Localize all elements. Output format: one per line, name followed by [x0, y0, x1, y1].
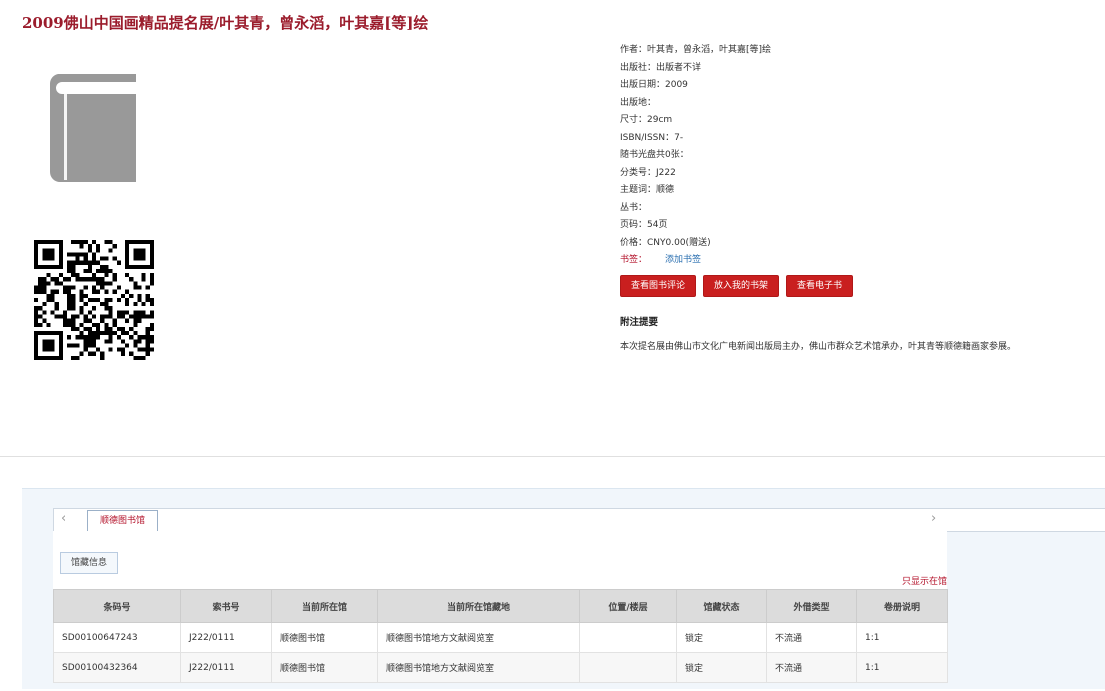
tab-holdings-info[interactable]: 馆藏信息: [60, 552, 119, 574]
table-cell: 锁定: [676, 622, 767, 653]
table-cell: SD00100647243: [53, 622, 181, 653]
library-tabbar: ‹ 顺德图书馆 ›: [53, 508, 1105, 532]
table-cell: SD00100432364: [53, 652, 181, 683]
only-available-link[interactable]: 只显示在馆: [902, 574, 947, 587]
table-cell: 不流通: [766, 652, 857, 683]
tab-scroll-right-icon[interactable]: ›: [931, 511, 936, 526]
table-cell: 1:1: [856, 652, 948, 683]
holdings-section: ‹ 顺德图书馆 › 馆藏信息 只显示在馆 条码号 索书号 当前所在馆 当前所在馆…: [22, 488, 1105, 689]
bookmark-label: 书签：: [620, 255, 648, 265]
summary-title: 附注提要: [620, 316, 659, 328]
summary-text: 本次提名展由佛山市文化广电新闻出版局主办，佛山市群众艺术馆承办，叶其青等顺德籍画…: [620, 342, 1017, 352]
column-header: 馆藏状态: [676, 589, 767, 623]
meta-classification: 分类号：J222: [620, 167, 676, 178]
view-ebook-button[interactable]: 查看电子书: [786, 274, 854, 297]
meta-pub-date: 出版日期：2009: [620, 80, 688, 90]
column-header: 卷册说明: [856, 589, 948, 623]
table-header-row: 条码号 索书号 当前所在馆 当前所在馆藏地 位置/楼层 馆藏状态 外借类型 卷册…: [53, 589, 948, 623]
action-buttons: 查看图书评论 放入我的书架 查看电子书: [620, 274, 1090, 297]
holdings-panel: 馆藏信息 只显示在馆 条码号 索书号 当前所在馆 当前所在馆藏地 位置/楼层 馆…: [53, 531, 948, 683]
meta-bookmark: 书签： 添加书签: [620, 252, 1090, 270]
column-header: 索书号: [180, 589, 272, 623]
view-reviews-button[interactable]: 查看图书评论: [620, 274, 697, 297]
column-header: 当前所在馆: [271, 589, 378, 623]
tab-scroll-left-icon[interactable]: ‹: [61, 511, 66, 526]
column-header: 条码号: [53, 589, 181, 623]
holdings-table: 条码号 索书号 当前所在馆 当前所在馆藏地 位置/楼层 馆藏状态 外借类型 卷册…: [53, 589, 948, 683]
meta-pub-place: 出版地：: [620, 97, 657, 108]
table-cell: J222/0111: [180, 622, 272, 653]
table-cell: 顺德图书馆地方文献阅览室: [377, 622, 580, 653]
meta-author: 作者：叶其青，曾永滔，叶其嘉[等]绘: [620, 45, 772, 55]
meta-cd: 随书光盘共0张：: [620, 150, 689, 160]
add-to-shelf-button[interactable]: 放入我的书架: [703, 274, 780, 297]
table-cell: 顺德图书馆地方文献阅览室: [377, 652, 580, 683]
book-icon: [49, 74, 136, 182]
meta-price: 价格：CNY0.00(赠送): [620, 237, 711, 248]
column-header: 位置/楼层: [579, 589, 677, 623]
table-row: SD00100432364 J222/0111 顺德图书馆 顺德图书馆地方文献阅…: [53, 652, 948, 683]
add-bookmark-link[interactable]: 添加书签: [665, 255, 701, 265]
meta-publisher: 出版社：出版者不详: [620, 62, 702, 73]
table-cell: [579, 622, 677, 653]
meta-size: 尺寸：29cm: [620, 115, 673, 125]
column-header: 当前所在馆藏地: [377, 589, 580, 623]
table-cell: 顺德图书馆: [271, 622, 378, 653]
tab-shunde-library[interactable]: 顺德图书馆: [87, 510, 159, 531]
table-cell: 不流通: [766, 622, 857, 653]
column-header: 外借类型: [766, 589, 857, 623]
table-cell: [579, 652, 677, 683]
meta-isbn: ISBN/ISSN：7-: [620, 132, 684, 143]
book-detail-page: 2009佛山中国画精品提名展/叶其青，曾永滔，叶其嘉[等]绘 作者：叶其青，曾永…: [0, 0, 1105, 691]
book-title: 2009佛山中国画精品提名展/叶其青，曾永滔，叶其嘉[等]绘: [22, 14, 429, 32]
qr-code: [34, 240, 154, 360]
meta-subject: 主题词：顺德: [620, 185, 675, 195]
table-cell: 1:1: [856, 622, 948, 653]
meta-series: 丛书：: [620, 202, 648, 213]
section-divider: [0, 456, 1105, 457]
table-cell: J222/0111: [180, 652, 272, 683]
book-metadata: 作者：叶其青，曾永滔，叶其嘉[等]绘 出版社：出版者不详 出版日期：2009 出…: [620, 42, 1090, 357]
table-cell: 锁定: [676, 652, 767, 683]
meta-pages: 页码：54页: [620, 220, 668, 230]
table-cell: 顺德图书馆: [271, 652, 378, 683]
table-row: SD00100647243 J222/0111 顺德图书馆 顺德图书馆地方文献阅…: [53, 622, 948, 653]
